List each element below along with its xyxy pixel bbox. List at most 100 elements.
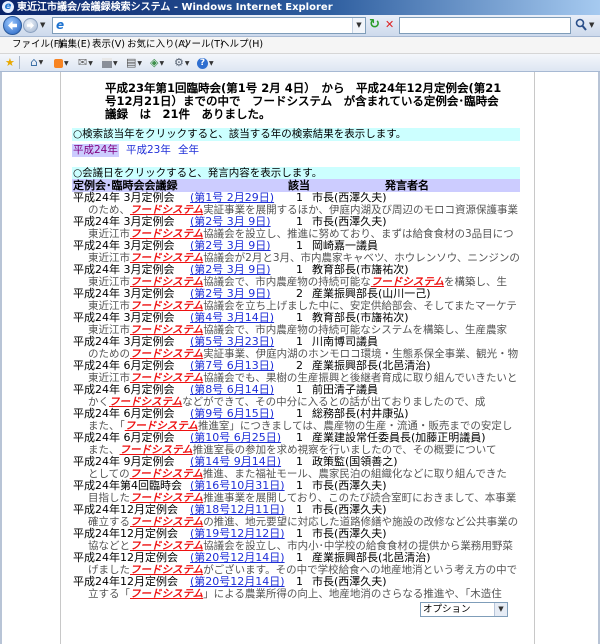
hit-count: 1 (296, 479, 303, 492)
meeting-name: 平成24年 3月定例会 (73, 191, 175, 204)
speaker-name: 産業振興部長(北邑清治) (312, 360, 431, 372)
search-options-dropdown[interactable]: ▼ (589, 21, 594, 29)
meeting-date-link[interactable]: (第7号 6月13日) (190, 360, 274, 372)
result-row: 平成24年第4回臨時会 (第16号10月31日) 1 市長(西澤久夫) 目指したフードシ… (72, 479, 524, 505)
feeds-icon[interactable]: ▼ (54, 56, 69, 69)
meeting-name: 平成24年12月定例会 (73, 575, 178, 588)
meeting-name: 平成24年 3月定例会 (73, 239, 175, 252)
year-filter-note: ○検索該当年をクリックすると、該当する年の検索結果を表示します。 (72, 128, 520, 141)
meeting-name: 平成24年 3月定例会 (73, 311, 175, 324)
result-row: 平成24年12月定例会 (第20号12月14日) 1 市長(西澤久夫) 立する「フードシ… (72, 575, 524, 601)
year-link-h24[interactable]: 平成24年 (72, 144, 119, 157)
keyword-highlight: フードシステム (130, 588, 204, 600)
speaker-name: 前田清子議員 (312, 384, 378, 396)
help-icon[interactable]: ? ▼ (197, 56, 214, 69)
forward-button[interactable] (23, 18, 38, 33)
year-link-all[interactable]: 全年 (177, 144, 200, 157)
stop-icon[interactable]: ✕ (385, 18, 394, 32)
read-mail-icon[interactable]: ✉▼ (78, 56, 93, 69)
meeting-date-link[interactable]: (第10号 6月25日) (190, 432, 281, 444)
result-row: 平成24年 3月定例会 (第2号 3月 9日) 1 教育部長(市旛祐次) 東近江市フード… (72, 264, 524, 289)
safety-icon[interactable]: ◈▼ (150, 56, 164, 69)
meeting-date-link[interactable]: (第2号 3月 9日) (190, 240, 271, 252)
meeting-date-link[interactable]: (第14号 9月14日) (190, 456, 281, 468)
result-row: 平成24年 3月定例会 (第2号 3月 9日) 1 市長(西澤久夫) 東近江市フードシス… (72, 215, 524, 241)
toolbar-separator (19, 56, 20, 69)
menu-file[interactable]: ファイル(F) (12, 37, 63, 53)
search-icon[interactable] (575, 18, 587, 32)
speaker-name: 市長(西澤久夫) (312, 192, 387, 204)
page-icon[interactable]: ▤▼ (126, 56, 142, 69)
year-filter: 平成24年 平成23年 全年 (72, 144, 272, 157)
options-select-value: オプション (423, 604, 471, 615)
speaker-name: 川南博司議員 (312, 336, 378, 348)
address-dropdown-button[interactable]: ▼ (352, 18, 365, 33)
result-row: 平成24年 3月定例会 (第5号 3月23日) 1 川南博司議員 のためのフードシステム… (72, 335, 524, 361)
back-button[interactable] (3, 16, 22, 35)
command-bar: ★ ⌂▼ ▼ ✉▼ ▼ ▤▼ ◈▼ ⚙▼ ? ▼ (0, 54, 600, 72)
address-input[interactable]: e ▼ (52, 17, 366, 34)
meeting-date-link[interactable]: (第4号 3月14日) (190, 312, 274, 324)
meeting-name: 平成24年 6月定例会 (73, 359, 175, 372)
speaker-name: 市長(西澤久夫) (312, 528, 387, 540)
search-input[interactable] (399, 17, 571, 34)
result-row: 平成24年 3月定例会 (第1号 2月29日) 1 市長(西澤久夫) のため、フードシス… (72, 191, 524, 217)
speaker-name: 教育部長(市旛祐次) (312, 312, 409, 324)
meeting-date-link[interactable]: (第20号12月14日) (190, 576, 285, 588)
menu-help[interactable]: ヘルプ(H) (220, 37, 263, 53)
meeting-date-link[interactable]: (第2号 3月 9日) (190, 264, 271, 276)
column-speaker: 発言者名 (385, 179, 429, 192)
meeting-name: 平成24年12月定例会 (73, 551, 178, 564)
print-icon[interactable]: ▼ (102, 56, 118, 69)
meeting-name: 平成24年 6月定例会 (73, 383, 175, 396)
title-bar: e 東近江市議会/会議録検索システム - Windows Internet Ex… (0, 0, 600, 15)
speaker-name: 産業振興部長(北邑清治) (312, 552, 431, 564)
speaker-name: 市長(西澤久夫) (312, 576, 387, 588)
menu-tools[interactable]: ツール(T) (182, 37, 224, 53)
meeting-name: 平成24年第4回臨時会 (73, 479, 182, 492)
refresh-icon[interactable]: ↻ (369, 17, 380, 32)
meeting-name: 平成24年 6月定例会 (73, 431, 175, 444)
tools-icon[interactable]: ⚙▼ (174, 56, 190, 69)
meeting-date-link[interactable]: (第16号10月31日) (190, 480, 285, 492)
meeting-date-link[interactable]: (第2号 3月 9日) (190, 288, 271, 300)
hit-count: 1 (296, 455, 303, 468)
meeting-name: 平成24年 3月定例会 (73, 215, 175, 228)
home-icon[interactable]: ⌂▼ (30, 56, 43, 69)
meeting-date-link[interactable]: (第9号 6月15日) (190, 408, 274, 420)
meeting-date-link[interactable]: (第19号12月12日) (190, 528, 285, 540)
hit-count: 1 (296, 431, 303, 444)
favorites-star-icon[interactable]: ★ (5, 56, 15, 69)
meeting-name: 平成24年12月定例会 (73, 503, 178, 516)
speaker-name: 産業建設常任委員長(加藤正明議員) (312, 432, 486, 444)
hit-count: 1 (296, 335, 303, 348)
meeting-date-link[interactable]: (第8号 6月14日) (190, 384, 274, 396)
forward-arrow-icon (27, 22, 34, 29)
meeting-date-link[interactable]: (第2号 3月 9日) (190, 216, 271, 228)
back-arrow-icon (8, 21, 17, 30)
meeting-name: 平成24年 9月定例会 (73, 455, 175, 468)
hit-count: 2 (296, 359, 303, 372)
summary-line: 議録 は 21件 ありました。 (105, 107, 271, 121)
hit-count: 1 (296, 215, 303, 228)
speaker-name: 市長(西澤久夫) (312, 504, 387, 516)
menu-view[interactable]: 表示(V) (92, 37, 125, 53)
meeting-date-link[interactable]: (第5号 3月23日) (190, 336, 274, 348)
speaker-name: 政策監(国領善之) (312, 456, 398, 468)
menu-edit[interactable]: 編集(E) (58, 37, 90, 53)
speaker-name: 産業振興部長(山川一己) (312, 288, 431, 300)
speaker-name: 総務部長(村井康弘) (312, 408, 409, 420)
meeting-date-link[interactable]: (第18号12月11日) (190, 504, 285, 516)
meeting-name: 平成24年 3月定例会 (73, 287, 175, 300)
page-viewport[interactable]: 平成23年第1回臨時会(第1号 2月 4日） から 平成24年12月定例会(第2… (0, 72, 600, 644)
ie-logo-icon: e (2, 1, 14, 13)
hit-count: 1 (296, 527, 303, 540)
recent-pages-dropdown[interactable]: ▼ (40, 21, 45, 29)
meeting-date-link[interactable]: (第20号12月14日) (190, 552, 285, 564)
menu-favorites[interactable]: お気に入り(A) (127, 37, 188, 53)
speaker-name: 市長(西澤久夫) (312, 480, 387, 492)
options-select[interactable]: オプション ▼ (420, 602, 508, 617)
meeting-name: 平成24年12月定例会 (73, 527, 178, 540)
year-link-h23[interactable]: 平成23年 (125, 144, 172, 157)
meeting-date-link[interactable]: (第1号 2月29日) (190, 192, 274, 204)
